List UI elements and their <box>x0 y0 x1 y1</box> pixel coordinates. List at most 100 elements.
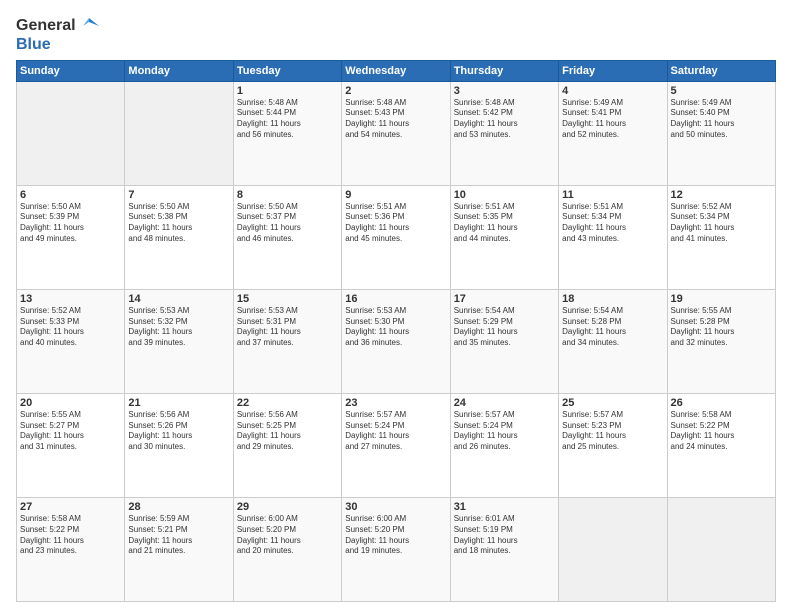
day-number: 16 <box>345 293 446 305</box>
calendar-cell: 28Sunrise: 5:59 AM Sunset: 5:21 PM Dayli… <box>125 497 233 601</box>
logo: General Blue <box>16 16 99 54</box>
calendar-cell: 14Sunrise: 5:53 AM Sunset: 5:32 PM Dayli… <box>125 289 233 393</box>
weekday-header-row: SundayMondayTuesdayWednesdayThursdayFrid… <box>17 60 776 81</box>
calendar-cell: 31Sunrise: 6:01 AM Sunset: 5:19 PM Dayli… <box>450 497 558 601</box>
calendar-week-0: 1Sunrise: 5:48 AM Sunset: 5:44 PM Daylig… <box>17 81 776 185</box>
day-number: 1 <box>237 85 338 97</box>
calendar-cell: 8Sunrise: 5:50 AM Sunset: 5:37 PM Daylig… <box>233 185 341 289</box>
cell-info: Sunrise: 5:51 AM Sunset: 5:35 PM Dayligh… <box>454 202 555 245</box>
cell-info: Sunrise: 5:55 AM Sunset: 5:28 PM Dayligh… <box>671 306 772 349</box>
cell-info: Sunrise: 5:48 AM Sunset: 5:44 PM Dayligh… <box>237 98 338 141</box>
cell-info: Sunrise: 6:01 AM Sunset: 5:19 PM Dayligh… <box>454 514 555 557</box>
day-number: 18 <box>562 293 663 305</box>
day-number: 2 <box>345 85 446 97</box>
calendar-cell: 23Sunrise: 5:57 AM Sunset: 5:24 PM Dayli… <box>342 393 450 497</box>
calendar-cell: 24Sunrise: 5:57 AM Sunset: 5:24 PM Dayli… <box>450 393 558 497</box>
day-number: 4 <box>562 85 663 97</box>
logo-bird-icon <box>79 16 99 36</box>
cell-info: Sunrise: 5:50 AM Sunset: 5:39 PM Dayligh… <box>20 202 121 245</box>
weekday-header-thursday: Thursday <box>450 60 558 81</box>
logo-general: General <box>16 17 76 35</box>
cell-info: Sunrise: 5:59 AM Sunset: 5:21 PM Dayligh… <box>128 514 229 557</box>
day-number: 21 <box>128 397 229 409</box>
day-number: 5 <box>671 85 772 97</box>
calendar-cell <box>17 81 125 185</box>
day-number: 27 <box>20 501 121 513</box>
day-number: 11 <box>562 189 663 201</box>
cell-info: Sunrise: 5:52 AM Sunset: 5:34 PM Dayligh… <box>671 202 772 245</box>
calendar-cell: 13Sunrise: 5:52 AM Sunset: 5:33 PM Dayli… <box>17 289 125 393</box>
cell-info: Sunrise: 5:50 AM Sunset: 5:37 PM Dayligh… <box>237 202 338 245</box>
cell-info: Sunrise: 5:54 AM Sunset: 5:28 PM Dayligh… <box>562 306 663 349</box>
cell-info: Sunrise: 5:57 AM Sunset: 5:23 PM Dayligh… <box>562 410 663 453</box>
calendar-cell: 9Sunrise: 5:51 AM Sunset: 5:36 PM Daylig… <box>342 185 450 289</box>
calendar-cell: 2Sunrise: 5:48 AM Sunset: 5:43 PM Daylig… <box>342 81 450 185</box>
day-number: 6 <box>20 189 121 201</box>
day-number: 28 <box>128 501 229 513</box>
calendar-cell: 7Sunrise: 5:50 AM Sunset: 5:38 PM Daylig… <box>125 185 233 289</box>
calendar-cell: 6Sunrise: 5:50 AM Sunset: 5:39 PM Daylig… <box>17 185 125 289</box>
page: General Blue SundayMondayTuesdayWednesda… <box>0 0 792 612</box>
header: General Blue <box>16 12 776 54</box>
calendar-cell: 5Sunrise: 5:49 AM Sunset: 5:40 PM Daylig… <box>667 81 775 185</box>
cell-info: Sunrise: 5:57 AM Sunset: 5:24 PM Dayligh… <box>454 410 555 453</box>
weekday-header-monday: Monday <box>125 60 233 81</box>
day-number: 30 <box>345 501 446 513</box>
day-number: 14 <box>128 293 229 305</box>
calendar-cell: 18Sunrise: 5:54 AM Sunset: 5:28 PM Dayli… <box>559 289 667 393</box>
calendar-cell: 17Sunrise: 5:54 AM Sunset: 5:29 PM Dayli… <box>450 289 558 393</box>
calendar-cell <box>667 497 775 601</box>
day-number: 8 <box>237 189 338 201</box>
day-number: 3 <box>454 85 555 97</box>
calendar-cell: 30Sunrise: 6:00 AM Sunset: 5:20 PM Dayli… <box>342 497 450 601</box>
day-number: 26 <box>671 397 772 409</box>
calendar-table: SundayMondayTuesdayWednesdayThursdayFrid… <box>16 60 776 602</box>
calendar-cell: 15Sunrise: 5:53 AM Sunset: 5:31 PM Dayli… <box>233 289 341 393</box>
calendar-cell: 12Sunrise: 5:52 AM Sunset: 5:34 PM Dayli… <box>667 185 775 289</box>
calendar-cell: 4Sunrise: 5:49 AM Sunset: 5:41 PM Daylig… <box>559 81 667 185</box>
calendar-week-4: 27Sunrise: 5:58 AM Sunset: 5:22 PM Dayli… <box>17 497 776 601</box>
calendar-cell: 20Sunrise: 5:55 AM Sunset: 5:27 PM Dayli… <box>17 393 125 497</box>
calendar-cell: 21Sunrise: 5:56 AM Sunset: 5:26 PM Dayli… <box>125 393 233 497</box>
day-number: 31 <box>454 501 555 513</box>
cell-info: Sunrise: 5:48 AM Sunset: 5:43 PM Dayligh… <box>345 98 446 141</box>
weekday-header-saturday: Saturday <box>667 60 775 81</box>
calendar-week-3: 20Sunrise: 5:55 AM Sunset: 5:27 PM Dayli… <box>17 393 776 497</box>
cell-info: Sunrise: 6:00 AM Sunset: 5:20 PM Dayligh… <box>345 514 446 557</box>
cell-info: Sunrise: 5:49 AM Sunset: 5:41 PM Dayligh… <box>562 98 663 141</box>
cell-info: Sunrise: 5:56 AM Sunset: 5:26 PM Dayligh… <box>128 410 229 453</box>
day-number: 15 <box>237 293 338 305</box>
cell-info: Sunrise: 5:54 AM Sunset: 5:29 PM Dayligh… <box>454 306 555 349</box>
day-number: 9 <box>345 189 446 201</box>
calendar-cell: 27Sunrise: 5:58 AM Sunset: 5:22 PM Dayli… <box>17 497 125 601</box>
cell-info: Sunrise: 5:52 AM Sunset: 5:33 PM Dayligh… <box>20 306 121 349</box>
day-number: 12 <box>671 189 772 201</box>
calendar-cell <box>125 81 233 185</box>
cell-info: Sunrise: 5:53 AM Sunset: 5:31 PM Dayligh… <box>237 306 338 349</box>
day-number: 29 <box>237 501 338 513</box>
calendar-week-2: 13Sunrise: 5:52 AM Sunset: 5:33 PM Dayli… <box>17 289 776 393</box>
calendar-cell: 16Sunrise: 5:53 AM Sunset: 5:30 PM Dayli… <box>342 289 450 393</box>
cell-info: Sunrise: 5:56 AM Sunset: 5:25 PM Dayligh… <box>237 410 338 453</box>
day-number: 25 <box>562 397 663 409</box>
calendar-cell: 26Sunrise: 5:58 AM Sunset: 5:22 PM Dayli… <box>667 393 775 497</box>
cell-info: Sunrise: 5:55 AM Sunset: 5:27 PM Dayligh… <box>20 410 121 453</box>
calendar-week-1: 6Sunrise: 5:50 AM Sunset: 5:39 PM Daylig… <box>17 185 776 289</box>
day-number: 23 <box>345 397 446 409</box>
calendar-cell: 22Sunrise: 5:56 AM Sunset: 5:25 PM Dayli… <box>233 393 341 497</box>
cell-info: Sunrise: 5:58 AM Sunset: 5:22 PM Dayligh… <box>671 410 772 453</box>
weekday-header-sunday: Sunday <box>17 60 125 81</box>
calendar-cell: 19Sunrise: 5:55 AM Sunset: 5:28 PM Dayli… <box>667 289 775 393</box>
calendar-cell <box>559 497 667 601</box>
calendar-cell: 29Sunrise: 6:00 AM Sunset: 5:20 PM Dayli… <box>233 497 341 601</box>
cell-info: Sunrise: 6:00 AM Sunset: 5:20 PM Dayligh… <box>237 514 338 557</box>
cell-info: Sunrise: 5:58 AM Sunset: 5:22 PM Dayligh… <box>20 514 121 557</box>
cell-info: Sunrise: 5:49 AM Sunset: 5:40 PM Dayligh… <box>671 98 772 141</box>
weekday-header-tuesday: Tuesday <box>233 60 341 81</box>
day-number: 10 <box>454 189 555 201</box>
calendar-cell: 11Sunrise: 5:51 AM Sunset: 5:34 PM Dayli… <box>559 185 667 289</box>
day-number: 24 <box>454 397 555 409</box>
calendar-cell: 10Sunrise: 5:51 AM Sunset: 5:35 PM Dayli… <box>450 185 558 289</box>
cell-info: Sunrise: 5:57 AM Sunset: 5:24 PM Dayligh… <box>345 410 446 453</box>
logo-container: General Blue <box>16 16 99 54</box>
